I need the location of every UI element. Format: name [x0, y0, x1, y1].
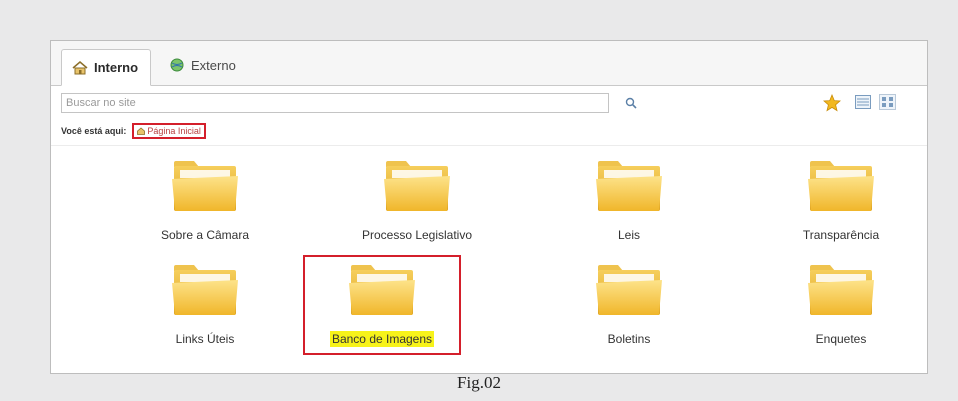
folder-label: Banco de Imagens [329, 331, 435, 347]
folder-item[interactable]: Enquetes [741, 263, 941, 373]
folder-icon [349, 263, 415, 317]
icon-view-icon[interactable] [879, 94, 896, 110]
folder-icon [808, 263, 874, 317]
search-icon[interactable] [623, 95, 639, 111]
folder-item[interactable]: Sobre a Câmara [105, 159, 305, 269]
folder-label: Transparência [802, 228, 880, 242]
search-bar [61, 93, 919, 117]
home-icon [72, 60, 88, 75]
folder-label: Links Úteis [175, 332, 235, 346]
folder-item[interactable]: Transparência [741, 159, 941, 269]
list-view-icon[interactable] [855, 95, 871, 109]
breadcrumb-label: Você está aqui: [61, 126, 127, 136]
folder-label: Leis [617, 228, 640, 242]
folder-icon [596, 159, 662, 213]
folder-item-selected[interactable]: Banco de Imagens [282, 263, 482, 373]
breadcrumb-divider [51, 145, 927, 146]
file-browser-window: Interno Externo Buscar no site Você está… [50, 40, 928, 374]
figure-caption: Fig.02 [457, 373, 501, 392]
folder-icon [384, 159, 450, 213]
tab-bar: Interno Externo [51, 41, 927, 86]
tab-externo-label: Externo [191, 57, 236, 73]
folder-item[interactable]: Links Úteis [105, 263, 305, 373]
folder-icon [596, 263, 662, 317]
folder-icon [808, 159, 874, 213]
breadcrumb-home-icon [137, 127, 146, 135]
tab-interno-label: Interno [94, 60, 139, 75]
tab-interno[interactable]: Interno [61, 49, 151, 86]
folder-label: Sobre a Câmara [160, 228, 250, 242]
folder-icon [172, 159, 238, 213]
star-icon[interactable] [823, 93, 841, 112]
globe-icon [169, 58, 185, 72]
folder-label: Processo Legislativo [361, 228, 473, 242]
folder-item[interactable]: Boletins [529, 263, 729, 373]
folder-label: Enquetes [815, 332, 867, 346]
breadcrumb-current: Página Inicial [147, 126, 201, 136]
breadcrumb-home-link[interactable]: Página Inicial [132, 123, 206, 139]
breadcrumb: Você está aqui: Página Inicial [61, 121, 919, 141]
folder-item[interactable]: Processo Legislativo [317, 159, 517, 269]
tab-externo[interactable]: Externo [159, 49, 246, 81]
folder-item[interactable]: Leis [529, 159, 729, 269]
search-input[interactable] [61, 93, 609, 113]
folder-icon [172, 263, 238, 317]
folder-label: Boletins [607, 332, 651, 346]
